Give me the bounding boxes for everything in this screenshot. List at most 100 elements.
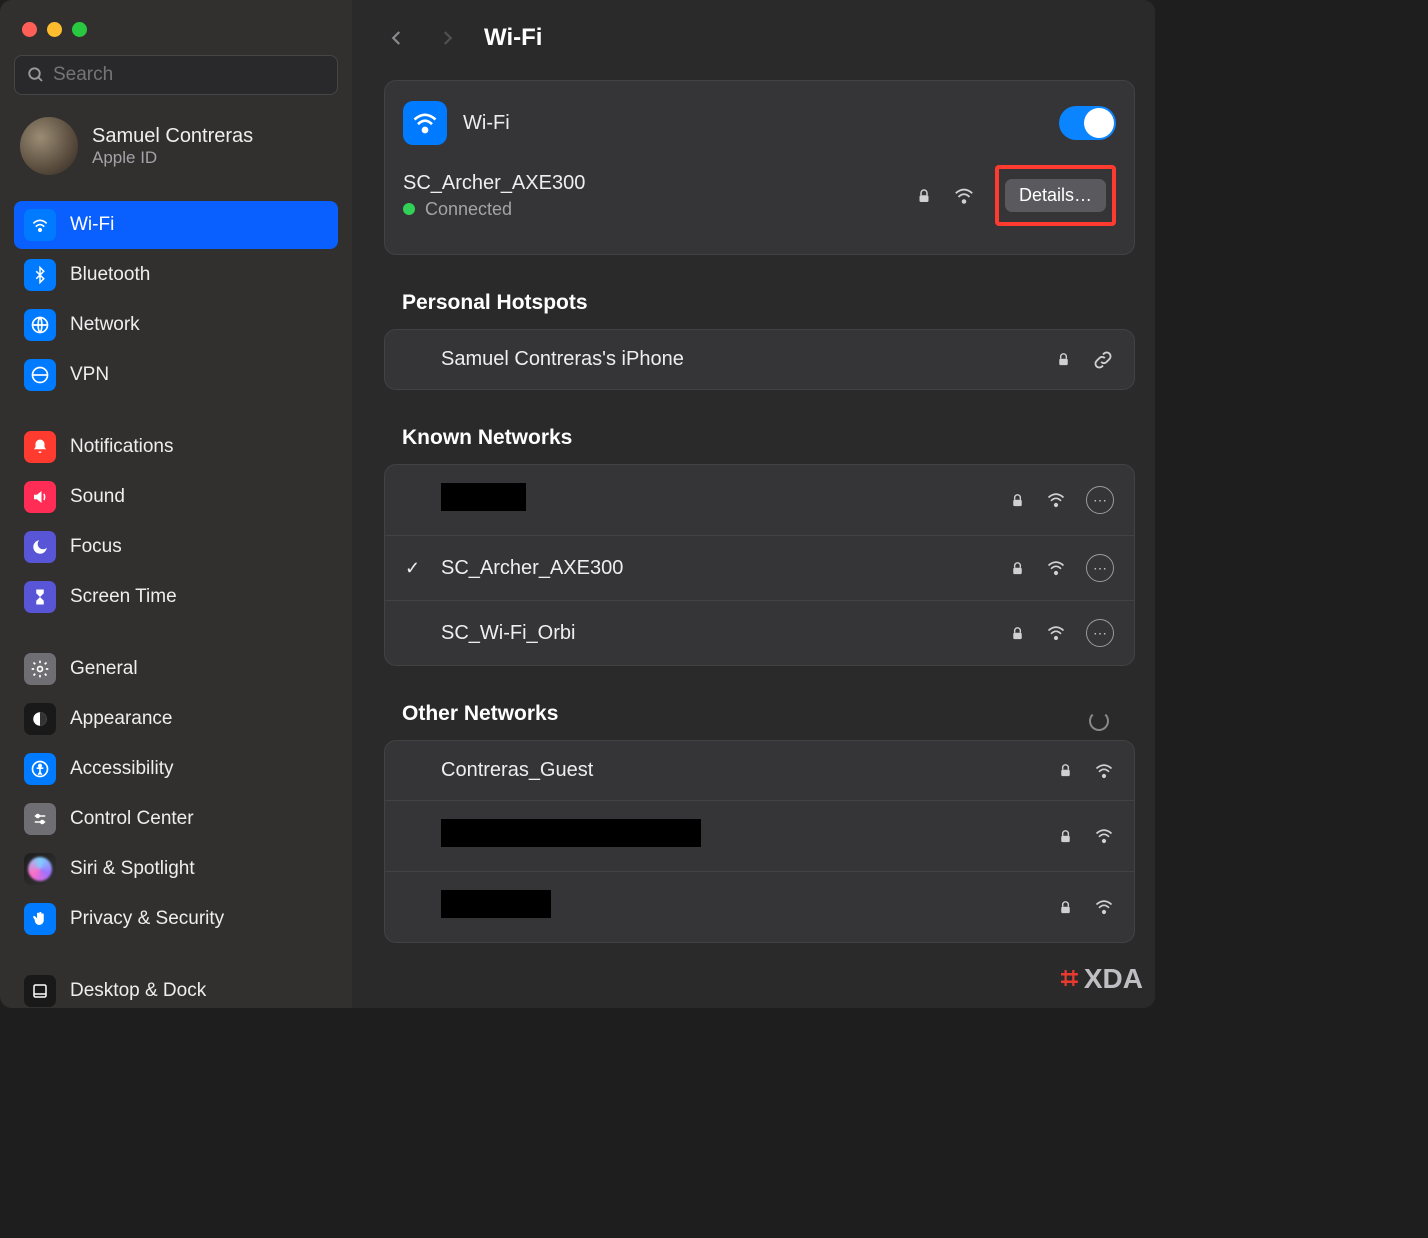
back-button[interactable] — [384, 22, 410, 54]
wifi-signal-icon — [1046, 490, 1066, 510]
minimize-button[interactable] — [47, 22, 62, 37]
sliders-icon — [24, 803, 56, 835]
system-settings-window: Samuel Contreras Apple ID Wi-Fi Bluetoot… — [0, 0, 1155, 1008]
xda-text: XDA — [1084, 963, 1143, 995]
close-button[interactable] — [22, 22, 37, 37]
account-row[interactable]: Samuel Contreras Apple ID — [14, 111, 338, 195]
status-text: Connected — [425, 199, 512, 220]
sidebar-item-label: Control Center — [70, 808, 194, 830]
sidebar-item-label: Notifications — [70, 436, 174, 458]
other-name — [435, 819, 1057, 853]
siri-icon — [24, 853, 56, 885]
other-row[interactable] — [385, 872, 1134, 942]
sidebar-item-vpn[interactable]: VPN — [14, 351, 338, 399]
other-row[interactable]: Contreras_Guest — [385, 741, 1134, 801]
known-name: SC_Wi-Fi_Orbi — [435, 622, 1009, 645]
page-title: Wi-Fi — [484, 24, 542, 52]
vpn-icon — [24, 359, 56, 391]
hotspot-link-icon — [1092, 349, 1114, 371]
more-button[interactable]: ⋯ — [1086, 619, 1114, 647]
wifi-signal-icon — [1094, 897, 1114, 917]
wifi-signal-icon — [1046, 558, 1066, 578]
xda-watermark: ⌗ XDA — [1061, 962, 1143, 996]
wifi-status-card: Wi-Fi SC_Archer_AXE300 Connected — [384, 80, 1135, 255]
sidebar-item-focus[interactable]: Focus — [14, 523, 338, 571]
sidebar-item-label: Accessibility — [70, 758, 173, 780]
hotspot-name: Samuel Contreras's iPhone — [435, 348, 1055, 371]
hand-icon — [24, 903, 56, 935]
wifi-signal-icon — [1046, 623, 1066, 643]
sidebar-item-label: Bluetooth — [70, 264, 150, 286]
appearance-icon — [24, 703, 56, 735]
other-title: Other Networks — [402, 702, 558, 726]
search-icon — [27, 66, 45, 84]
moon-icon — [24, 531, 56, 563]
wifi-label: Wi-Fi — [463, 112, 1043, 135]
lock-icon — [1009, 492, 1026, 509]
account-name: Samuel Contreras — [92, 125, 253, 148]
current-ssid: SC_Archer_AXE300 — [403, 172, 915, 195]
avatar — [20, 117, 78, 175]
details-highlight: Details… — [995, 165, 1116, 226]
sidebar-item-appearance[interactable]: Appearance — [14, 695, 338, 743]
hourglass-icon — [24, 581, 56, 613]
maximize-button[interactable] — [72, 22, 87, 37]
sidebar-item-label: Focus — [70, 536, 122, 558]
sidebar-item-label: Appearance — [70, 708, 172, 730]
known-networks-card: ⋯ ✓ SC_Archer_AXE300 ⋯ SC_Wi-Fi_Orbi ⋯ — [384, 464, 1135, 666]
header: Wi-Fi — [384, 12, 1135, 80]
sidebar-item-sound[interactable]: Sound — [14, 473, 338, 521]
sidebar-item-label: VPN — [70, 364, 109, 386]
lock-icon — [1055, 351, 1072, 368]
sidebar-item-siri[interactable]: Siri & Spotlight — [14, 845, 338, 893]
accessibility-icon — [24, 753, 56, 785]
wifi-tile-icon — [403, 101, 447, 145]
network-icon — [24, 309, 56, 341]
redacted-text — [441, 483, 526, 511]
sidebar-item-general[interactable]: General — [14, 645, 338, 693]
other-name: Contreras_Guest — [435, 759, 1057, 782]
sidebar-item-controlcenter[interactable]: Control Center — [14, 795, 338, 843]
search-input[interactable] — [53, 64, 325, 86]
lock-icon — [1057, 899, 1074, 916]
details-button[interactable]: Details… — [1005, 179, 1106, 212]
xda-mark-icon: ⌗ — [1061, 962, 1078, 996]
lock-icon — [1009, 560, 1026, 577]
bell-icon — [24, 431, 56, 463]
more-button[interactable]: ⋯ — [1086, 486, 1114, 514]
known-name: SC_Archer_AXE300 — [435, 557, 1009, 580]
other-row[interactable] — [385, 801, 1134, 872]
forward-button[interactable] — [434, 22, 460, 54]
sidebar-item-label: Wi-Fi — [70, 214, 114, 236]
sidebar-item-screentime[interactable]: Screen Time — [14, 573, 338, 621]
sidebar-item-desktop[interactable]: Desktop & Dock — [14, 967, 338, 1008]
sidebar: Samuel Contreras Apple ID Wi-Fi Bluetoot… — [0, 0, 352, 1008]
loading-spinner — [1089, 711, 1109, 731]
sidebar-item-label: Desktop & Dock — [70, 980, 206, 1002]
wifi-toggle[interactable] — [1059, 106, 1116, 140]
known-row[interactable]: ⋯ — [385, 465, 1134, 536]
known-name — [435, 483, 1009, 517]
known-row[interactable]: SC_Wi-Fi_Orbi ⋯ — [385, 601, 1134, 665]
sidebar-item-accessibility[interactable]: Accessibility — [14, 745, 338, 793]
hotspots-card: Samuel Contreras's iPhone — [384, 329, 1135, 390]
wifi-icon — [24, 209, 56, 241]
sidebar-item-privacy[interactable]: Privacy & Security — [14, 895, 338, 943]
account-sub: Apple ID — [92, 148, 253, 168]
search-field[interactable] — [14, 55, 338, 95]
other-name — [435, 890, 1057, 924]
more-button[interactable]: ⋯ — [1086, 554, 1114, 582]
hotspot-row[interactable]: Samuel Contreras's iPhone — [385, 330, 1134, 389]
wifi-signal-icon — [1094, 826, 1114, 846]
sidebar-item-label: General — [70, 658, 138, 680]
wifi-signal-icon — [1094, 761, 1114, 781]
sidebar-item-notifications[interactable]: Notifications — [14, 423, 338, 471]
known-row[interactable]: ✓ SC_Archer_AXE300 ⋯ — [385, 536, 1134, 601]
known-title: Known Networks — [402, 426, 1135, 450]
sidebar-item-label: Screen Time — [70, 586, 177, 608]
sidebar-item-wifi[interactable]: Wi-Fi — [14, 201, 338, 249]
main-panel: Wi-Fi Wi-Fi SC_Archer_AXE300 Connected — [352, 0, 1155, 1008]
sidebar-item-bluetooth[interactable]: Bluetooth — [14, 251, 338, 299]
lock-icon — [1057, 762, 1074, 779]
sidebar-item-network[interactable]: Network — [14, 301, 338, 349]
